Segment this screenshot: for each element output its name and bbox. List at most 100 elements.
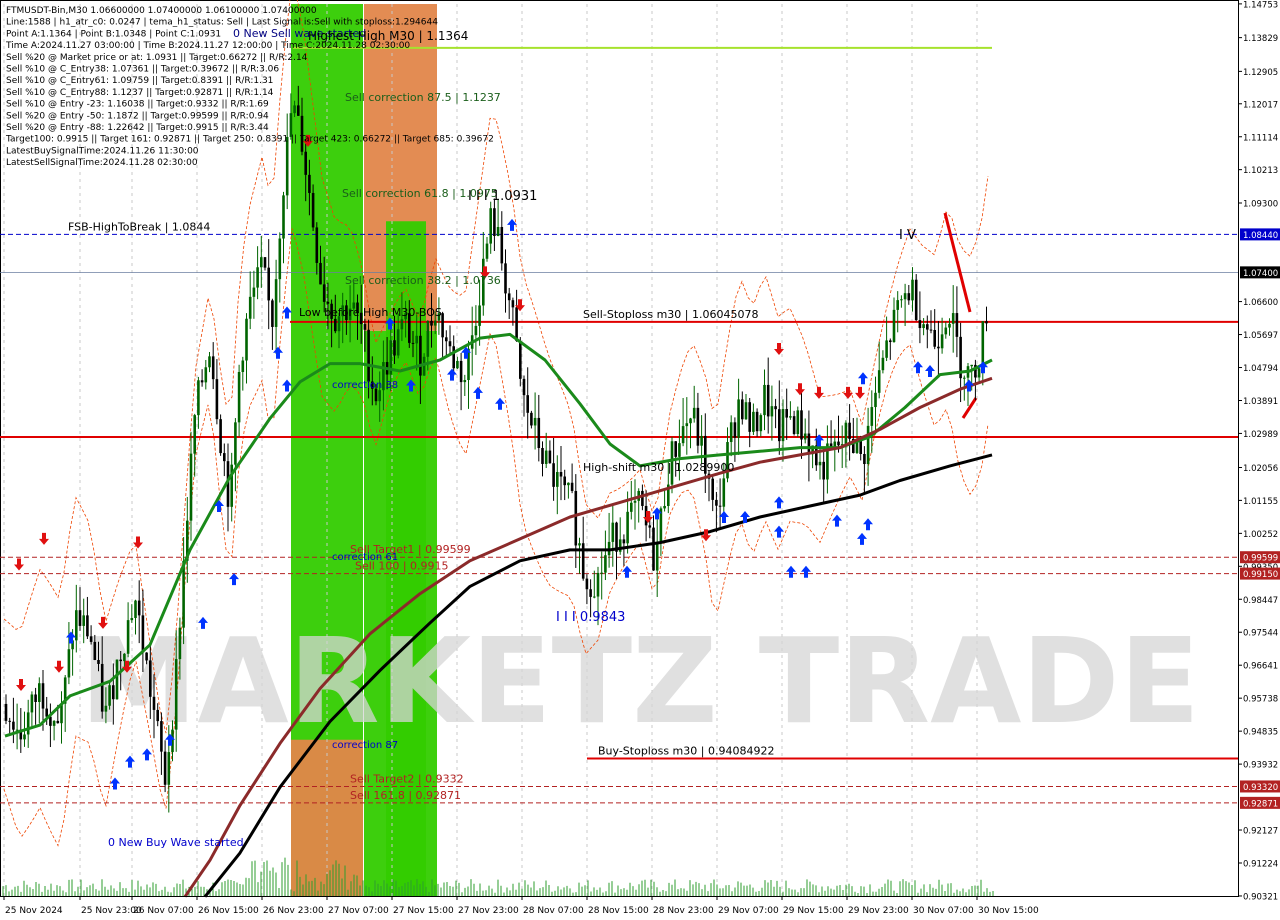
candle-body — [763, 384, 766, 416]
annotation-9: correction 61 — [332, 552, 398, 563]
candle-body — [633, 500, 637, 503]
candle-body — [134, 600, 137, 619]
candle-body — [452, 346, 455, 369]
candle-body — [78, 610, 82, 626]
candle-body — [911, 279, 914, 301]
candle-body — [929, 329, 933, 331]
candle-body — [696, 407, 700, 446]
candle-body — [12, 721, 15, 730]
candle-body — [977, 368, 981, 378]
candle-body — [215, 379, 219, 420]
header-info-line-4: Sell %20 @ Market price or at: 1.0931 ||… — [6, 53, 308, 63]
candle-body — [744, 402, 748, 420]
y-tick-label: 0.92871 — [1243, 799, 1278, 809]
candle-body — [82, 615, 85, 626]
candle-body — [123, 653, 126, 662]
y-tick-label: 0.99150 — [1243, 570, 1278, 580]
candle-body — [951, 313, 955, 324]
header-info-line-12: LatestBuySignalTime:2024.11.26 11:30:00 — [6, 146, 199, 156]
candle-body — [285, 136, 289, 196]
candle-body — [256, 267, 259, 288]
candle-body — [100, 663, 104, 712]
candle-body — [297, 105, 300, 116]
x-tick-label: 30 Nov 15:00 — [978, 906, 1039, 916]
candle-body — [940, 334, 944, 349]
y-tick-label: 1.04794 — [1243, 364, 1278, 374]
candle-body — [848, 422, 851, 439]
candle-body — [219, 419, 222, 454]
candle-body — [711, 478, 714, 500]
annotation-6: Low before High M30-BOS — [299, 306, 442, 319]
candle-body — [260, 257, 263, 268]
y-tick-label: 1.02056 — [1243, 464, 1278, 474]
candle-body — [237, 372, 241, 423]
candle-body — [426, 320, 430, 357]
candle-body — [914, 279, 918, 321]
candle-body — [459, 360, 463, 383]
annotation-12: 0 New Buy Wave started — [108, 836, 244, 849]
candle-body — [766, 384, 770, 417]
candle-body — [729, 422, 733, 443]
candle-body — [741, 399, 744, 420]
candle-body — [252, 287, 256, 297]
candle-body — [803, 433, 807, 440]
header-info-line-6: Sell %10 @ C_Entry61: 1.09759 || Target:… — [6, 76, 273, 86]
y-tick-label: 1.09300 — [1243, 199, 1278, 209]
candle-body — [548, 450, 552, 464]
candle-body — [208, 356, 211, 368]
candle-body — [34, 694, 37, 702]
candle-body — [319, 262, 322, 285]
candle-body — [774, 406, 777, 410]
annotation-11: correction 87 — [332, 740, 398, 751]
candle-body — [445, 337, 448, 342]
candle-body — [681, 426, 685, 444]
header-info-line-9: Sell %20 @ Entry -50: 1.1872 || Target:0… — [6, 111, 269, 121]
candle-body — [130, 618, 134, 621]
candle-body — [241, 360, 245, 373]
candle-body — [752, 411, 755, 432]
y-tick-label: 1.11114 — [1243, 133, 1278, 143]
candle-body — [507, 293, 511, 301]
candle-body — [163, 751, 167, 785]
candle-body — [585, 578, 589, 590]
header-info-line-8: Sell %10 @ Entry -23: 1.16038 || Target:… — [6, 100, 269, 110]
y-tick-label: 0.94835 — [1243, 728, 1278, 738]
x-tick-label: 28 Nov 07:00 — [523, 906, 584, 916]
candle-body — [119, 659, 122, 662]
y-tick-label: 0.98447 — [1243, 596, 1278, 606]
candle-body — [655, 542, 659, 571]
candle-body — [271, 300, 274, 327]
candle-body — [718, 505, 722, 507]
y-tick-label: 0.96641 — [1243, 662, 1278, 672]
candle-body — [30, 694, 34, 713]
candle-body — [559, 472, 563, 477]
candle-body — [892, 309, 896, 343]
candle-body — [267, 267, 270, 301]
y-tick-label: 1.00252 — [1243, 530, 1278, 540]
candle-body — [448, 341, 452, 347]
candle-body — [223, 453, 226, 462]
candle-body — [755, 411, 759, 432]
candle-body — [126, 620, 130, 654]
level-label-buy-stoploss: Buy-Stoploss m30 | 0.94084922 — [598, 745, 774, 758]
candle-body — [86, 615, 89, 637]
header-info-line-13: LatestSellSignalTime:2024.11.28 02:30:00 — [6, 158, 198, 168]
candle-body — [626, 511, 629, 544]
candle-body — [8, 720, 11, 722]
watermark-text: MARKETZ TRADE — [80, 612, 1200, 750]
candle-body — [944, 327, 948, 335]
candle-body — [456, 360, 459, 369]
candle-body — [659, 508, 663, 543]
candle-body — [322, 284, 326, 302]
candle-body — [152, 696, 156, 710]
candle-body — [311, 192, 315, 228]
x-tick-label: 29 Nov 23:00 — [848, 906, 909, 916]
y-tick-label: 1.06600 — [1243, 298, 1278, 308]
candle-body — [685, 423, 689, 427]
level-label-sell-161: Sell 161.8 | 0.92871 — [350, 789, 461, 802]
candle-body — [4, 703, 8, 721]
candle-body — [478, 305, 481, 326]
annotation-7: correction 38 — [332, 380, 398, 391]
y-tick-label: 0.92127 — [1243, 827, 1278, 837]
candle-body — [515, 307, 518, 342]
